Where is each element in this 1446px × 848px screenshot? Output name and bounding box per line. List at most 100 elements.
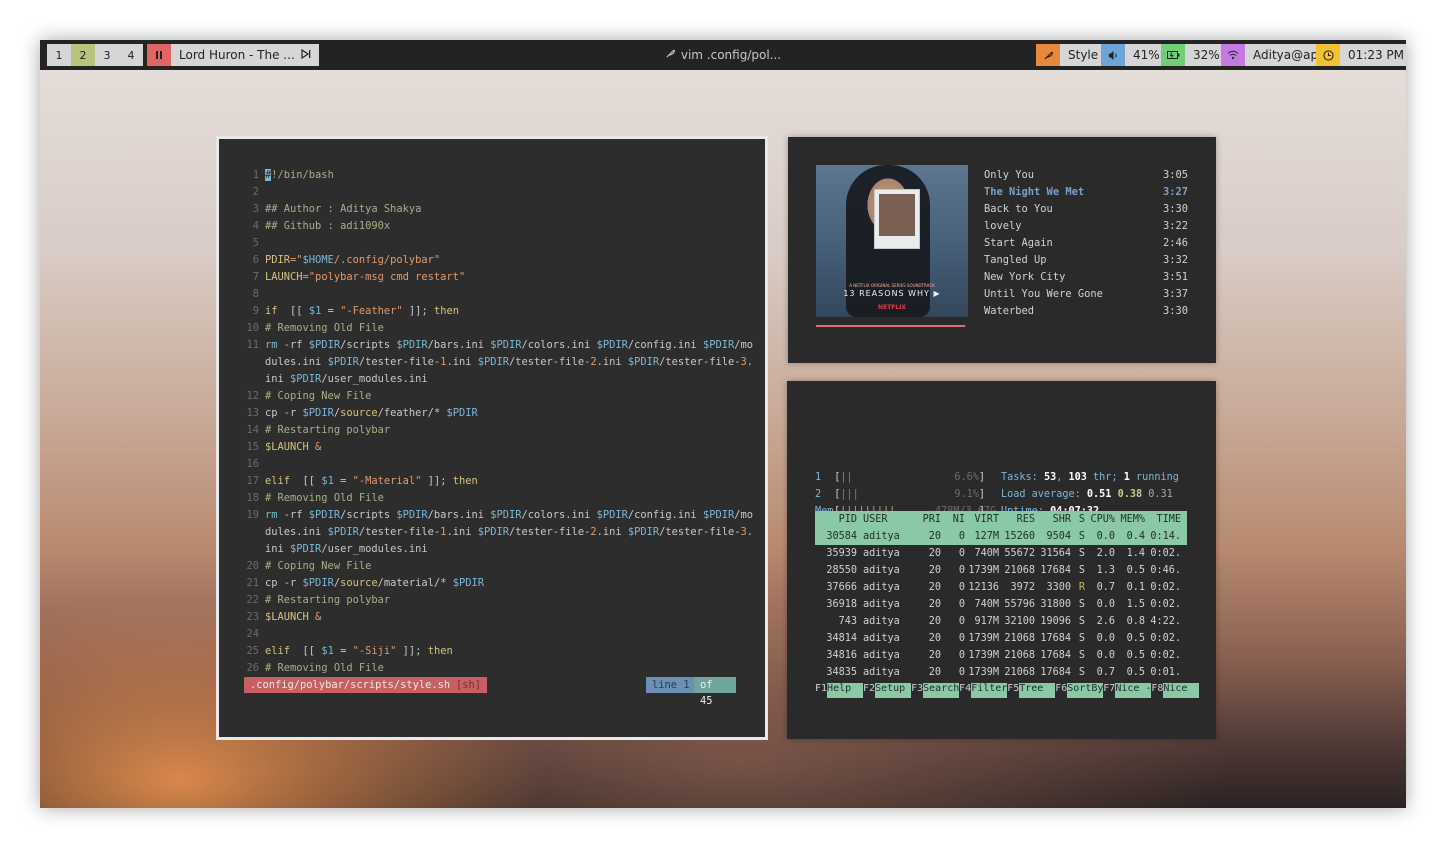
vim-line[interactable]: 17 elif [[ $1 = "-Material" ]]; then xyxy=(245,473,745,490)
column-header[interactable]: CPU% xyxy=(1085,511,1115,528)
vim-line[interactable]: 26 # Removing Old File xyxy=(245,660,745,677)
process-row[interactable]: 34835 aditya 20 0 1739M 21068 17684 S 0.7 0.5 0:01… xyxy=(815,664,1187,681)
vim-line[interactable]: dules.ini $PDIR/tester-file-1.ini $PDIR/… xyxy=(245,354,753,371)
pause-icon[interactable] xyxy=(147,44,171,66)
process-row[interactable]: 34816 aditya 20 0 1739M 21068 17684 S 0.0 0.5 0:02… xyxy=(815,647,1187,664)
track-item[interactable]: lovely 3:22 xyxy=(984,218,1188,235)
process-row[interactable]: 34814 aditya 20 0 1739M 21068 17684 S 0.0 0.5 0:02… xyxy=(815,630,1187,647)
process-cell: 20 xyxy=(928,565,941,576)
track-item[interactable]: Until You Were Gone 3:37 xyxy=(984,286,1188,303)
vim-line[interactable]: 11 rm -rf $PDIR/scripts $PDIR/bars.ini $P… xyxy=(245,337,753,354)
code-token: $PDIR xyxy=(327,356,359,368)
track-item[interactable]: New York City 3:51 xyxy=(984,269,1188,286)
vim-window[interactable]: 1 #!/bin/bash 2 3 ## Author : Aditya Shakya 4… xyxy=(216,136,768,740)
process-cell: 34835 xyxy=(826,667,857,678)
vim-line[interactable]: 8 xyxy=(245,286,745,303)
workspace-2[interactable]: 2 xyxy=(71,44,95,66)
column-header[interactable]: MEM% xyxy=(1115,511,1145,528)
process-cell: aditya xyxy=(863,565,900,576)
fkey-search[interactable]: F3 Search xyxy=(911,683,959,698)
track-item-current[interactable]: The Night We Met 3:27 xyxy=(984,184,1188,201)
line-number: 11 xyxy=(246,339,259,351)
fkey-setup[interactable]: F2 Setup xyxy=(863,683,912,698)
column-header[interactable]: TIME xyxy=(1145,511,1181,528)
vim-line[interactable]: 14 # Restarting polybar xyxy=(245,422,745,439)
fkey-sortby[interactable]: F6 SortBy xyxy=(1055,683,1103,698)
vim-line[interactable]: dules.ini $PDIR/tester-file-1.ini $PDIR/… xyxy=(245,524,753,541)
track-item[interactable]: Only You 3:05 xyxy=(984,167,1188,184)
vim-line[interactable]: ini $PDIR/user_modules.ini xyxy=(245,371,745,388)
vim-line[interactable]: 4 ## Github : adi1090x xyxy=(245,218,745,235)
column-header[interactable]: PID xyxy=(815,511,857,528)
vim-line[interactable]: 3 ## Author : Aditya Shakya xyxy=(245,201,745,218)
line-text: rm -rf $PDIR/scripts $PDIR/bars.ini $PDI… xyxy=(265,507,753,524)
process-row[interactable]: 28550 aditya 20 0 1739M 21068 17684 S 1.3 0.5 0:46… xyxy=(815,562,1187,579)
process-row[interactable]: 35939 aditya 20 0 740M 55672 31564 S 2.0 1.4 0:02. xyxy=(815,545,1187,562)
volume-module[interactable]: 41% xyxy=(1101,44,1168,66)
code-token: $PDIR xyxy=(327,526,359,538)
column-header[interactable]: NI xyxy=(941,511,965,528)
vim-line[interactable]: 13 cp -r $PDIR/source/feather/* $PDIR xyxy=(245,405,745,422)
fkey-help[interactable]: F1 Help xyxy=(815,683,864,698)
workspace-1[interactable]: 1 xyxy=(47,44,71,66)
track-item[interactable]: Back to You 3:30 xyxy=(984,201,1188,218)
vim-line[interactable]: 25 elif [[ $1 = "-Siji" ]]; then xyxy=(245,643,745,660)
vim-line[interactable]: 24 xyxy=(245,626,745,643)
column-header[interactable]: S xyxy=(1071,511,1085,528)
vim-buffer[interactable]: 1 #!/bin/bash 2 3 ## Author : Aditya Shakya 4… xyxy=(245,167,753,677)
vim-line[interactable]: 15 $LAUNCH & xyxy=(245,439,745,456)
line-number: 17 xyxy=(246,475,259,487)
code-token: /tester-file- xyxy=(509,356,591,368)
skip-next-icon[interactable] xyxy=(301,48,311,62)
vim-line[interactable]: 9 if [[ $1 = "-Feather" ]]; then xyxy=(245,303,745,320)
music-player-window[interactable]: A NETFLIX ORIGINAL SERIES SOUNDTRACK 13 … xyxy=(788,137,1216,363)
workspace-3[interactable]: 3 xyxy=(95,44,119,66)
line-number: 21 xyxy=(246,577,259,589)
vim-line[interactable]: ini $PDIR/user_modules.ini xyxy=(245,541,745,558)
vim-line[interactable]: 7 LAUNCH="polybar-msg cmd restart" xyxy=(245,269,745,286)
column-header[interactable]: USER xyxy=(857,511,911,528)
column-header[interactable]: RES xyxy=(999,511,1035,528)
htop-window[interactable]: 1[||6.6%]2[|||9.1%]Mem[|||||||||478M/3.6… xyxy=(787,381,1216,739)
vim-line[interactable]: 12 # Coping New File xyxy=(245,388,745,405)
process-row[interactable]: 36918 aditya 20 0 740M 55796 31800 S 0.0 1.5 0:02. xyxy=(815,596,1187,613)
column-header[interactable]: SHR xyxy=(1035,511,1071,528)
fkey-tree[interactable]: F5 Tree xyxy=(1007,683,1056,698)
fkey-filter[interactable]: F4 Filter xyxy=(959,683,1007,698)
vim-line[interactable]: 19 rm -rf $PDIR/scripts $PDIR/bars.ini $P… xyxy=(245,507,753,524)
track-item[interactable]: Tangled Up 3:32 xyxy=(984,252,1188,269)
code-token: /tester-file- xyxy=(659,356,741,368)
vim-line[interactable]: 16 xyxy=(245,456,745,473)
column-header[interactable]: VIRT xyxy=(965,511,999,528)
line-text: ini $PDIR/user_modules.ini xyxy=(265,541,428,558)
track-item[interactable]: Waterbed 3:30 xyxy=(984,303,1188,320)
vim-line[interactable]: 6 PDIR="$HOME/.config/polybar" xyxy=(245,252,745,269)
process-row[interactable]: 37666 aditya 20 0 12136 3972 3300 R 0.7 0.1 0:02. xyxy=(815,579,1187,596)
process-cell: 17684 xyxy=(1040,667,1071,678)
vim-line[interactable]: 21 cp -r $PDIR/source/material/* $PDIR xyxy=(245,575,745,592)
process-row[interactable]: 743 aditya 20 0 917M 32100 19096 S 2.6 0.8 4:22. xyxy=(815,613,1187,630)
track-item[interactable]: Start Again 2:46 xyxy=(984,235,1188,252)
playback-progress[interactable] xyxy=(816,325,966,327)
workspace-4[interactable]: 4 xyxy=(119,44,143,66)
vim-line[interactable]: 20 # Coping New File xyxy=(245,558,745,575)
vim-line[interactable]: 2 xyxy=(245,184,745,201)
vim-line[interactable]: 5 xyxy=(245,235,745,252)
fkey-nice[interactable]: F8 Nice xyxy=(1151,683,1200,698)
vim-line[interactable]: 23 $LAUNCH & xyxy=(245,609,745,626)
column-header[interactable]: PRI xyxy=(911,511,941,528)
process-row-selected[interactable]: 30584 aditya 20 0 127M 15260 9504 S 0.0 0.4 0:14. xyxy=(815,528,1187,545)
line-text: # Removing Old File xyxy=(265,490,384,507)
network-module[interactable]: Aditya@ap xyxy=(1221,44,1327,66)
track-title: Tangled Up xyxy=(984,254,1047,266)
code-token: $PDIR xyxy=(446,407,478,419)
vim-line[interactable]: 1 #!/bin/bash xyxy=(245,167,745,184)
style-module[interactable]: Style xyxy=(1036,44,1107,66)
line-number: 23 xyxy=(246,611,259,623)
fkey-nice[interactable]: F7 Nice - xyxy=(1103,683,1151,698)
load-5: 0.38 xyxy=(1117,489,1143,500)
vim-line[interactable]: 22 # Restarting polybar xyxy=(245,592,745,609)
media-title[interactable]: Lord Huron - The ... xyxy=(171,44,319,66)
vim-line[interactable]: 18 # Removing Old File xyxy=(245,490,745,507)
vim-line[interactable]: 10 # Removing Old File xyxy=(245,320,745,337)
